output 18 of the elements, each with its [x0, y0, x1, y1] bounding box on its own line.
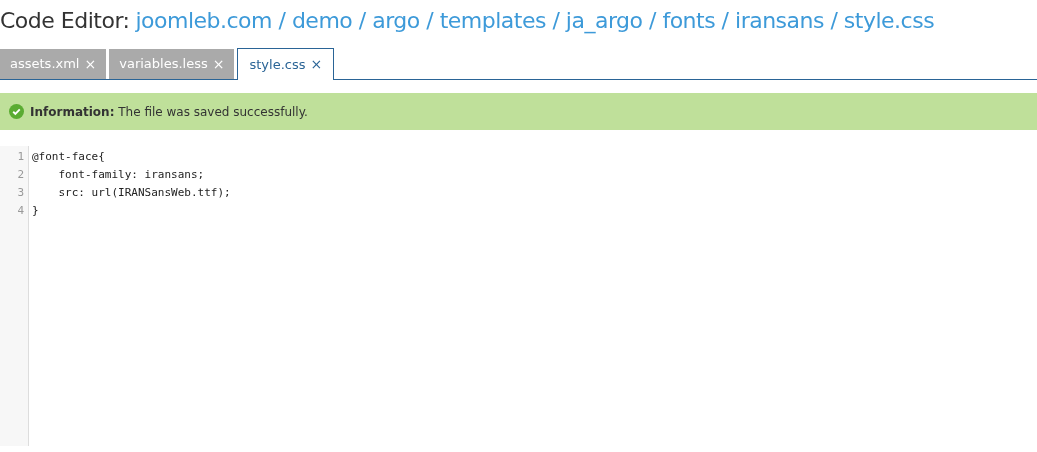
check-icon: [9, 104, 24, 119]
code-line: }: [32, 203, 40, 219]
editor-tab[interactable]: assets.xml ×: [0, 49, 107, 79]
close-icon[interactable]: ×: [310, 54, 323, 75]
code-line: @font-face{: [32, 149, 106, 165]
line-number: 3: [16, 185, 25, 201]
file-path-link[interactable]: joomleb.com / demo / argo / templates / ja_argo / fonts / iransans / style.css: [135, 4, 935, 37]
line-number: 2: [16, 167, 25, 183]
line-number: 1: [16, 149, 25, 165]
page-title: Code Editor:: [0, 7, 130, 35]
alert-message: Information: The file was saved successfully.: [30, 103, 308, 121]
code-line: src: url(IRANSansWeb.ttf);: [57, 185, 231, 201]
line-number: 4: [16, 203, 25, 219]
editor-tab[interactable]: style.css ×: [237, 48, 335, 80]
code-line: font-family: iransans;: [57, 167, 206, 183]
close-icon[interactable]: ×: [84, 53, 97, 75]
editor-tab[interactable]: variables.less ×: [109, 49, 235, 79]
close-icon[interactable]: ×: [212, 53, 225, 75]
